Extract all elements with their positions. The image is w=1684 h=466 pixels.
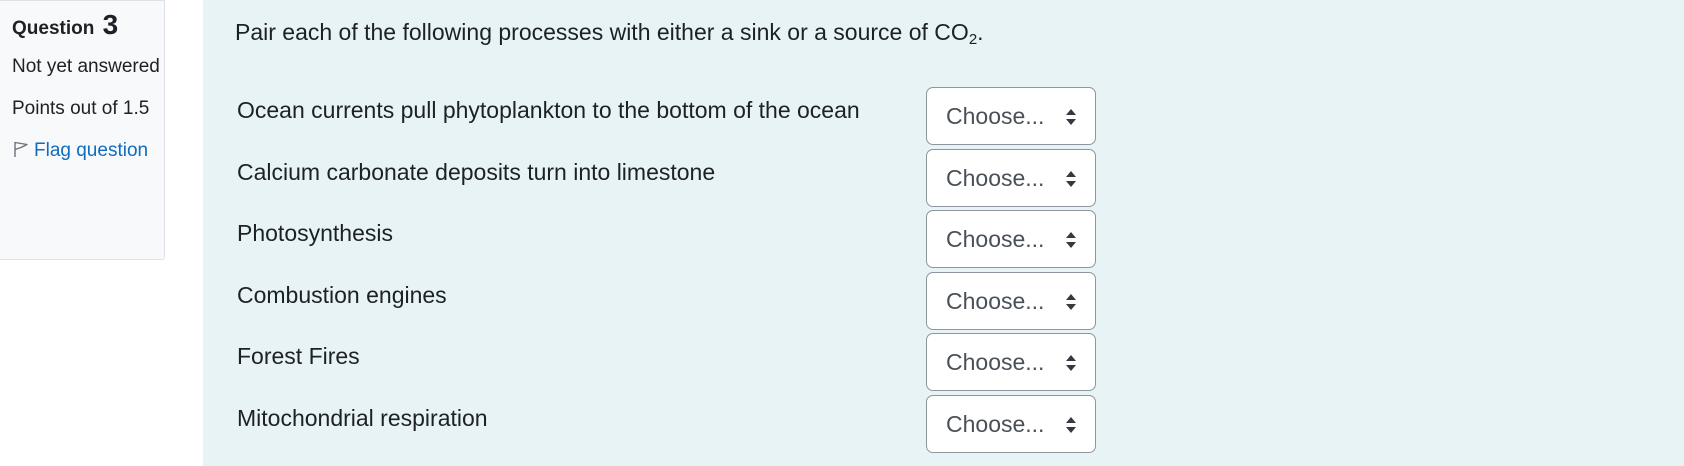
select-value: Choose... bbox=[946, 226, 1045, 252]
match-select[interactable]: Choose... bbox=[926, 395, 1096, 453]
question-text-subscript: 2 bbox=[968, 31, 978, 48]
match-row: Calcium carbonate deposits turn into lim… bbox=[237, 149, 1137, 207]
match-row: Mitochondrial respiration Choose... bbox=[237, 395, 1137, 453]
question-text-main: Pair each of the following processes wit… bbox=[235, 19, 969, 45]
select-arrows-icon bbox=[1066, 232, 1076, 248]
match-select[interactable]: Choose... bbox=[926, 333, 1096, 391]
question-content: Pair each of the following processes wit… bbox=[203, 0, 1684, 466]
select-arrows-icon bbox=[1066, 171, 1076, 187]
match-label: Ocean currents pull phytoplankton to the… bbox=[237, 97, 860, 123]
match-select[interactable]: Choose... bbox=[926, 149, 1096, 207]
select-arrows-icon bbox=[1066, 294, 1076, 310]
flag-question-label: Flag question bbox=[34, 140, 149, 161]
match-label: Photosynthesis bbox=[237, 220, 393, 246]
match-row: Ocean currents pull phytoplankton to the… bbox=[237, 87, 1137, 145]
select-value: Choose... bbox=[946, 349, 1045, 375]
select-value: Choose... bbox=[946, 165, 1045, 191]
question-label: Question bbox=[12, 18, 95, 39]
match-select[interactable]: Choose... bbox=[926, 272, 1096, 330]
question-info-panel: Question 3 Not yet answered Points out o… bbox=[0, 0, 165, 260]
select-value: Choose... bbox=[946, 103, 1045, 129]
question-text: Pair each of the following processes wit… bbox=[235, 14, 984, 58]
match-label: Forest Fires bbox=[237, 343, 360, 369]
match-row: Forest Fires Choose... bbox=[237, 333, 1137, 391]
match-row: Combustion engines Choose... bbox=[237, 272, 1137, 330]
question-state: Not yet answered bbox=[12, 56, 160, 77]
match-label: Combustion engines bbox=[237, 282, 447, 308]
question-points: Points out of 1.5 bbox=[12, 98, 150, 119]
match-select[interactable]: Choose... bbox=[926, 87, 1096, 145]
select-value: Choose... bbox=[946, 288, 1045, 314]
match-label: Calcium carbonate deposits turn into lim… bbox=[237, 159, 716, 185]
question-text-end: . bbox=[977, 19, 984, 45]
flag-icon bbox=[14, 141, 28, 157]
question-heading: Question 3 bbox=[12, 9, 164, 45]
match-select[interactable]: Choose... bbox=[926, 210, 1096, 268]
select-arrows-icon bbox=[1066, 355, 1076, 371]
select-value: Choose... bbox=[946, 411, 1045, 437]
select-arrows-icon bbox=[1066, 109, 1076, 125]
question-number: 3 bbox=[102, 9, 119, 40]
match-label: Mitochondrial respiration bbox=[237, 405, 488, 431]
match-row: Photosynthesis Choose... bbox=[237, 210, 1137, 268]
flag-question-link[interactable]: Flag question bbox=[12, 136, 164, 165]
select-arrows-icon bbox=[1066, 417, 1076, 433]
